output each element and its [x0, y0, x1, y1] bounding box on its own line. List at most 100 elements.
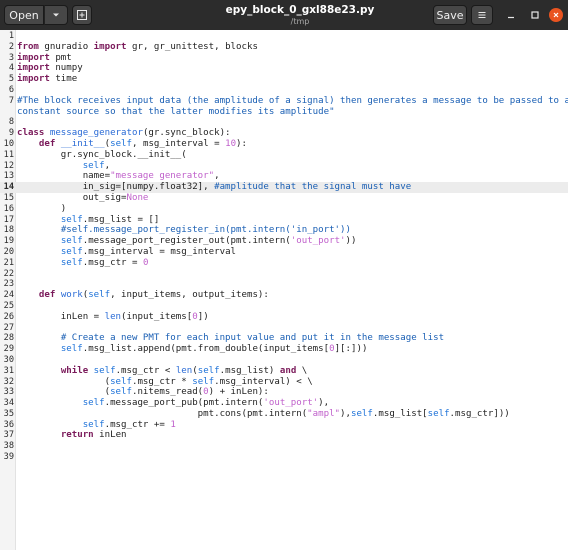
code-line-wrap[interactable]: constant source so that the latter modif…	[0, 107, 568, 118]
code-token-self: self	[110, 387, 132, 398]
code-token: name=	[17, 171, 111, 182]
line-number: 29	[3, 344, 14, 355]
line-number: 24	[3, 290, 14, 301]
code-line[interactable]: 18 #self.message_port_register_in(pmt.in…	[0, 225, 568, 236]
code-line[interactable]: 33 (self.nitems_read(0) + inLen):	[0, 387, 568, 398]
code-line-text: (self.nitems_read(0) + inLen):	[17, 387, 269, 398]
code-line[interactable]: 9 class message_generator(gr.sync_block):	[0, 128, 568, 139]
code-line-text: class message_generator(gr.sync_block):	[17, 128, 231, 139]
open-menu-button[interactable]	[44, 5, 68, 25]
code-token-special: len	[175, 365, 193, 376]
code-line-text: return inLen	[17, 430, 127, 441]
code-token-num: 10	[225, 138, 237, 149]
code-line[interactable]: 11 gr.sync_block.__init__(	[0, 150, 568, 161]
code-token: .msg_list[	[372, 408, 428, 419]
code-token-kw: while	[60, 365, 89, 376]
maximize-button[interactable]	[527, 7, 543, 23]
code-line[interactable]: 12 self,	[0, 161, 568, 172]
code-line-text: self.msg_interval = msg_interval	[17, 247, 236, 258]
line-number: 22	[3, 268, 14, 279]
code-line[interactable]: 31 while self.msg_ctr < len(self.msg_lis…	[0, 366, 568, 377]
code-token: .message_port_register_out(pmt.intern(	[82, 236, 291, 247]
code-line[interactable]: 24 def work(self, input_items, output_it…	[0, 290, 568, 301]
code-line[interactable]: 34 self.message_port_pub(pmt.intern('out…	[0, 398, 568, 409]
window-title: epy_block_0_gxl88e23.py	[225, 4, 375, 16]
header-bar: Open epy_block_0_gxl88e23.py /tmp Save	[0, 0, 568, 30]
code-line-text: self.msg_list = []	[17, 214, 160, 226]
code-line[interactable]: 4 import numpy	[0, 63, 568, 74]
code-line[interactable]: 2 from gnuradio import gr, gr_unittest, b…	[0, 42, 568, 53]
code-token-self: self	[60, 214, 83, 225]
code-token-num: 0	[142, 257, 149, 268]
code-token-kw: import	[93, 41, 127, 52]
code-line[interactable]: 37 return inLen	[0, 430, 568, 441]
minimize-button[interactable]	[503, 7, 519, 23]
save-button[interactable]: Save	[433, 5, 467, 25]
code-token: time	[49, 74, 78, 85]
code-line[interactable]: 23	[0, 279, 568, 290]
code-line[interactable]: 19 self.message_port_register_out(pmt.in…	[0, 236, 568, 247]
line-number: 3	[8, 52, 14, 63]
code-line[interactable]: 22	[0, 269, 568, 280]
maximize-icon	[531, 11, 539, 19]
code-line[interactable]: 6	[0, 85, 568, 96]
code-token-special: len	[104, 311, 122, 322]
code-line[interactable]: 30	[0, 355, 568, 366]
code-token: .msg_interval = msg_interval	[82, 246, 237, 257]
code-line[interactable]: 32 (self.msg_ctr * self.msg_interval) < …	[0, 377, 568, 388]
code-token-comment: constant source so that the latter modif…	[17, 106, 335, 117]
line-number: 7	[8, 95, 14, 106]
line-number: 9	[8, 128, 14, 139]
line-number: 19	[3, 236, 14, 247]
code-line[interactable]: 35 pmt.cons(pmt.intern("ampl"),self.msg_…	[0, 409, 568, 420]
code-token-kw: import	[17, 52, 50, 63]
code-token-comment: # Create a new PMT for each input value …	[60, 333, 445, 344]
code-line[interactable]: 21 self.msg_ctr = 0	[0, 258, 568, 269]
code-line[interactable]: 25	[0, 301, 568, 312]
code-token-num: 1	[170, 419, 176, 430]
code-area[interactable]: 1 2 from gnuradio import gr, gr_unittest, …	[0, 30, 568, 463]
code-line[interactable]: 36 self.msg_ctr += 1	[0, 420, 568, 431]
code-line[interactable]: 16 )	[0, 204, 568, 215]
code-line[interactable]: 7 #The block receives input data (the amp…	[0, 96, 568, 107]
code-token: .nitems_read(	[131, 387, 204, 398]
code-line[interactable]: 20 self.msg_interval = msg_interval	[0, 247, 568, 258]
code-token: , msg_interval =	[132, 138, 226, 149]
code-line[interactable]: 26 inLen = len(input_items[0])	[0, 312, 568, 323]
code-line-text: self.message_port_register_out(pmt.inter…	[17, 236, 357, 247]
code-line[interactable]: 13 name="message generator",	[0, 171, 568, 182]
menu-button[interactable]	[471, 5, 493, 25]
code-line[interactable]: 27	[0, 323, 568, 334]
code-line-text: constant source so that the latter modif…	[17, 107, 335, 118]
code-line[interactable]: 29 self.msg_list.append(pmt.from_double(…	[0, 344, 568, 355]
code-line[interactable]: 10 def __init__(self, msg_interval = 10)…	[0, 139, 568, 150]
new-tab-button[interactable]	[72, 5, 92, 25]
code-line[interactable]: 38	[0, 441, 568, 452]
open-button[interactable]: Open	[4, 5, 44, 25]
code-token: .msg_list.append(pmt.from_double(input_i…	[82, 344, 330, 355]
code-token-self: self	[110, 376, 132, 387]
code-line[interactable]: 8	[0, 117, 568, 128]
line-number: 31	[3, 365, 14, 376]
save-button-label: Save	[436, 8, 464, 22]
code-line[interactable]: 1	[0, 31, 568, 42]
code-line[interactable]: 14 in_sig=[numpy.float32], #amplitude th…	[0, 182, 568, 193]
code-line[interactable]: 28 # Create a new PMT for each input val…	[0, 333, 568, 344]
code-token-special: message_generator	[44, 128, 143, 139]
code-token-special: work	[55, 290, 83, 301]
code-token: pmt.cons(pmt.intern(	[17, 408, 308, 419]
code-line[interactable]: 17 self.msg_list = []	[0, 215, 568, 226]
code-line[interactable]: 5 import time	[0, 74, 568, 85]
code-token: .msg_list)	[219, 365, 280, 376]
close-button[interactable]	[549, 8, 563, 22]
line-number: 28	[3, 333, 14, 344]
code-editor[interactable]: 1 2 from gnuradio import gr, gr_unittest, …	[0, 30, 568, 550]
code-line[interactable]: 15 out_sig=None	[0, 193, 568, 204]
code-line[interactable]: 3 import pmt	[0, 53, 568, 64]
code-token-self: self	[82, 160, 105, 171]
code-line[interactable]: 39	[0, 452, 568, 463]
